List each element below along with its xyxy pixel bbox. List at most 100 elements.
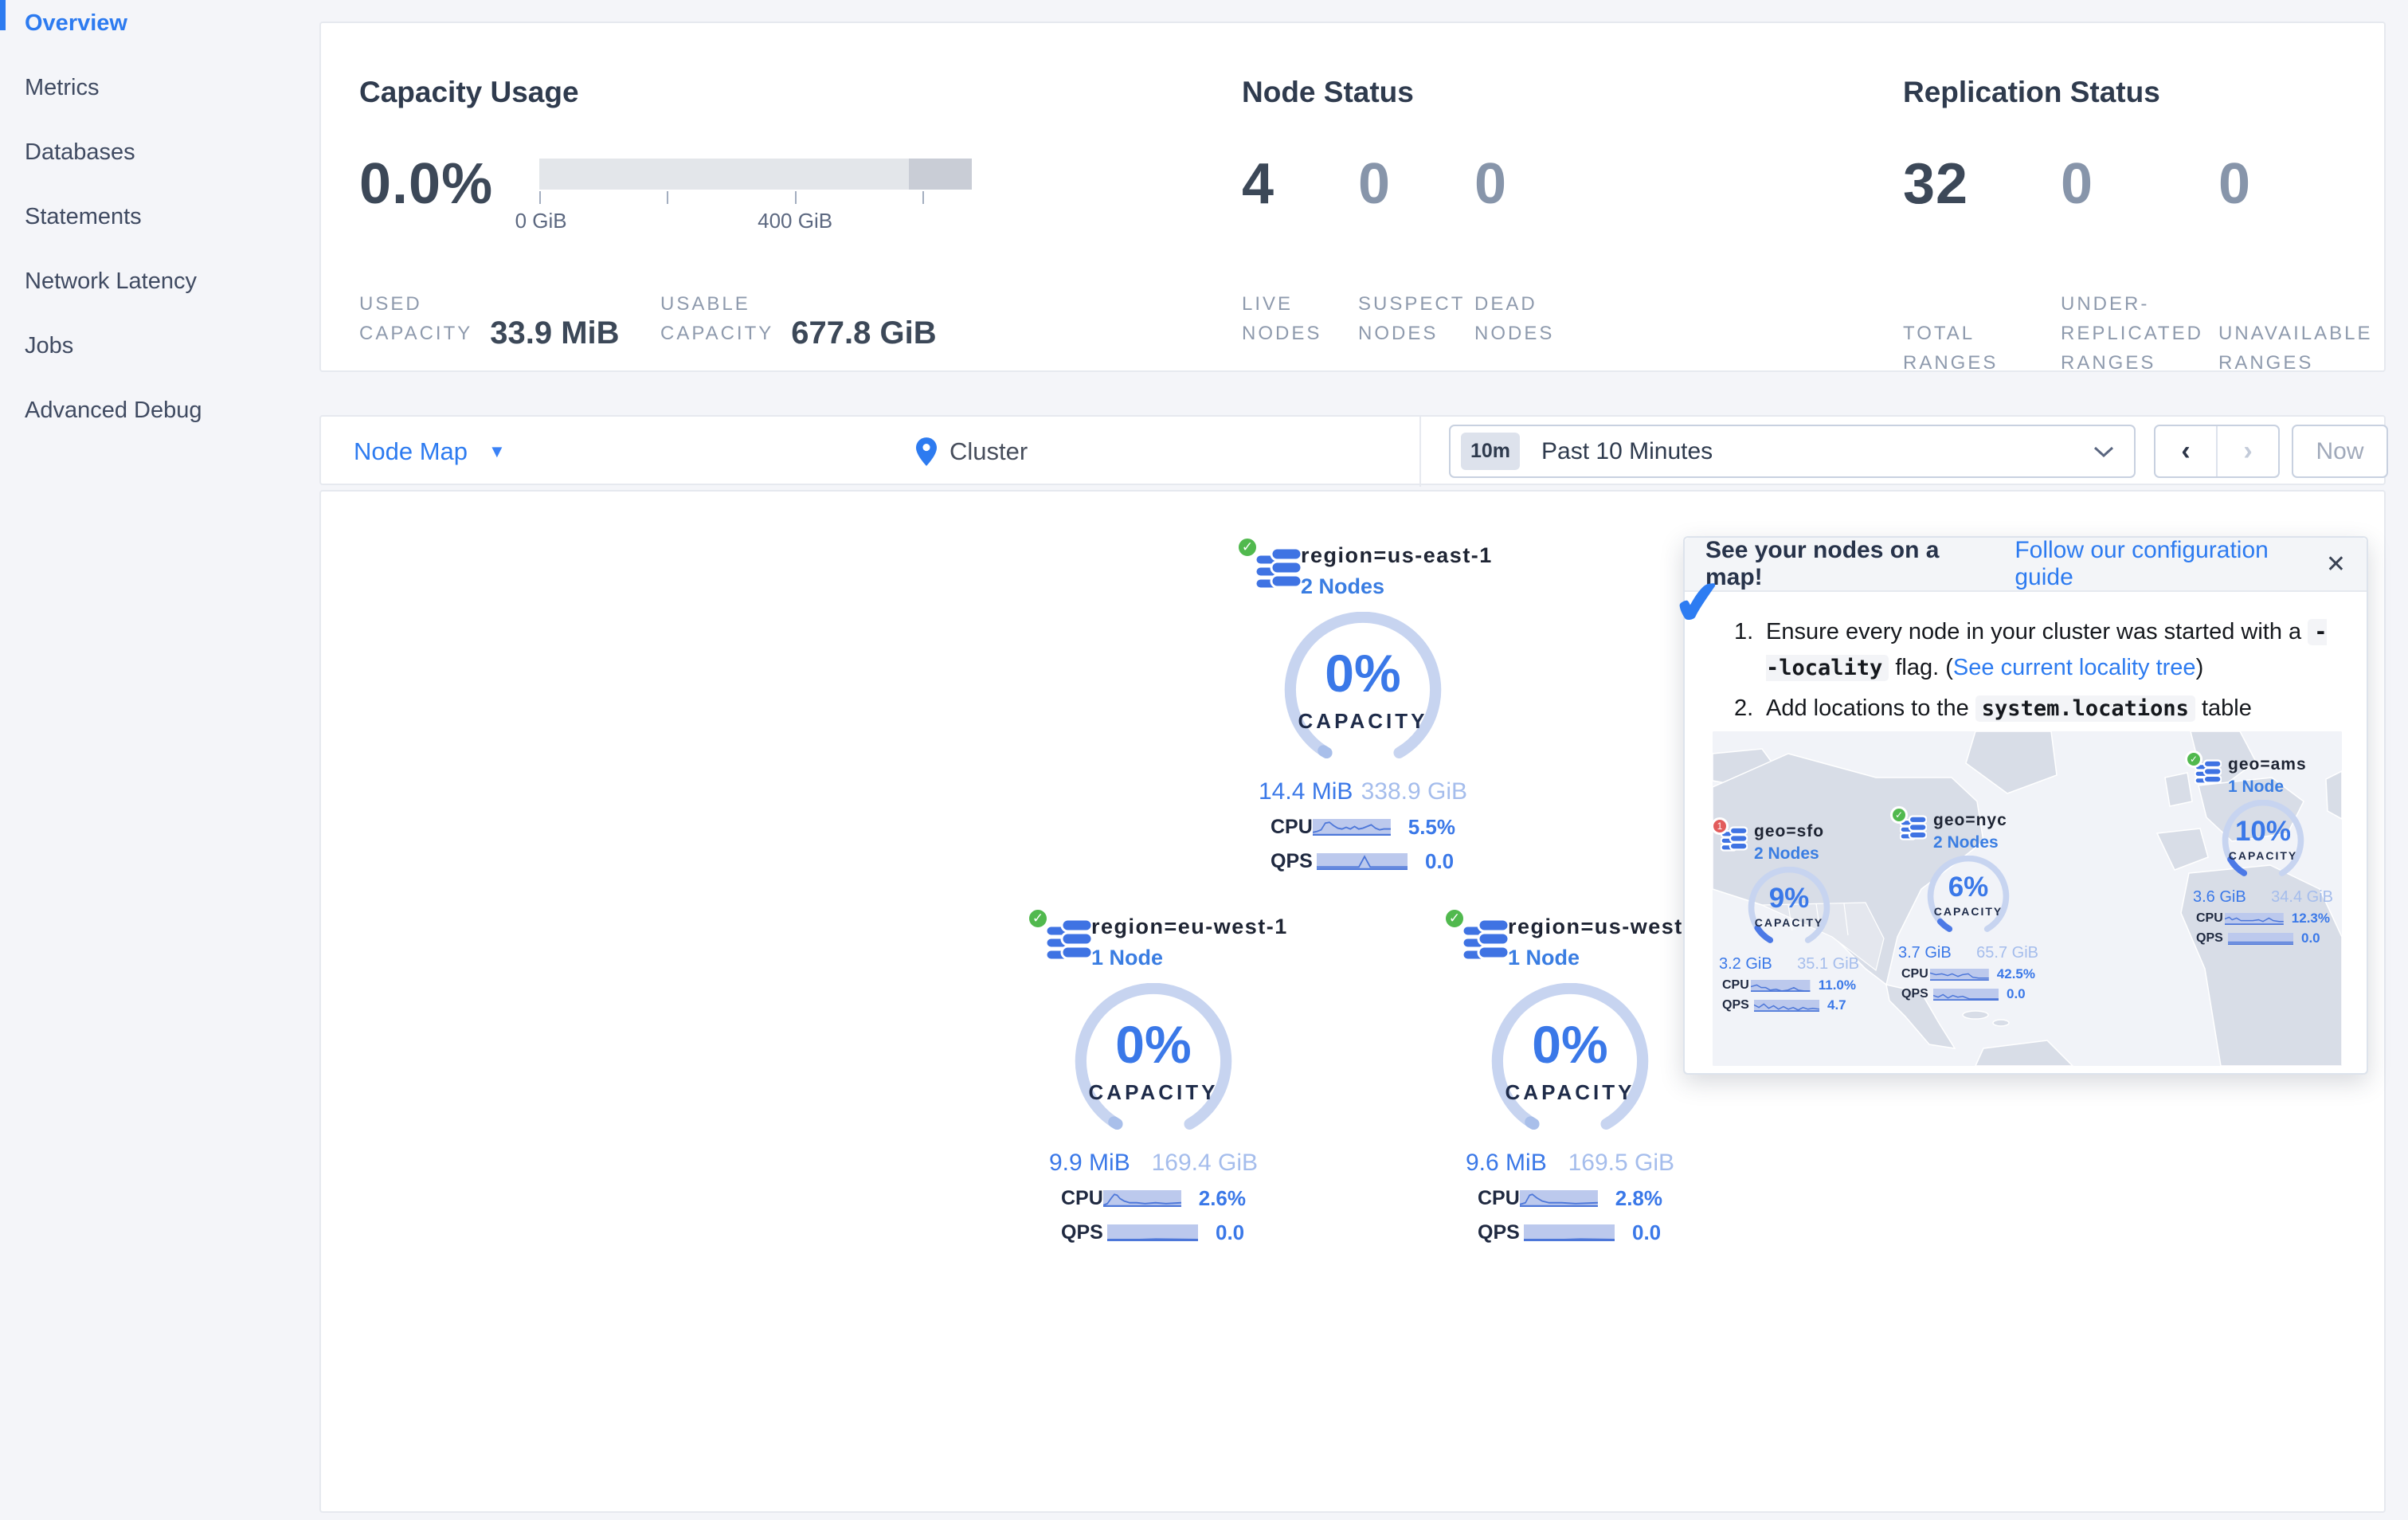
view-mode-dropdown[interactable]: Node Map ▼	[354, 417, 506, 487]
qps-sparkline	[1933, 988, 1999, 1001]
under-replicated-label-2: REPLICATED	[2061, 323, 2203, 344]
cpu-sparkline	[2225, 912, 2284, 925]
capacity-gauge: 9% CAPACITY	[1746, 866, 1832, 952]
cpu-label: CPU	[1061, 1187, 1103, 1209]
qps-sparkline	[1754, 999, 1819, 1012]
capacity-percent: 0.0%	[359, 152, 494, 216]
region-card-eu-west-1: ✓ region=eu-west-1 1 Node 0% CAPACITY 9.…	[1010, 907, 1297, 1245]
qps-value: 0.0	[2007, 986, 2026, 1001]
used-capacity: 3.6 GiB	[2193, 888, 2246, 906]
sidebar-item-network-latency[interactable]: Network Latency	[0, 249, 316, 314]
gauge-capacity-label: CAPACITY	[1505, 1080, 1635, 1104]
time-step-buttons: ‹ ›	[2154, 425, 2280, 478]
qps-sparkline	[2228, 932, 2293, 945]
capacity-gauge: 0% CAPACITY	[1071, 982, 1235, 1143]
used-capacity: 9.9 MiB	[1049, 1150, 1130, 1176]
qps-label: QPS	[1722, 998, 1749, 1012]
database-stack-icon	[1462, 918, 1509, 962]
chevron-down-icon: ▼	[488, 441, 506, 461]
qps-value: 0.0	[1216, 1220, 1245, 1244]
time-range-badge: 10m	[1461, 433, 1521, 470]
usable-capacity: 169.5 GiB	[1568, 1150, 1674, 1176]
gauge-capacity-label: CAPACITY	[1298, 709, 1428, 733]
time-range-dropdown[interactable]: 10m Past 10 Minutes	[1449, 425, 2136, 478]
gauge-capacity-label: CAPACITY	[2228, 849, 2298, 862]
qps-label: QPS	[1271, 850, 1313, 872]
cpu-value: 2.8%	[1615, 1186, 1662, 1210]
chevron-down-icon	[2093, 446, 2114, 457]
qps-sparkline	[1524, 1224, 1615, 1241]
now-button[interactable]: Now	[2292, 425, 2388, 478]
used-capacity-label-1: USED	[359, 293, 422, 315]
unavailable-label-1: UNAVAILABLE	[2218, 323, 2373, 344]
region-nodes-link[interactable]: 1 Node	[1091, 946, 1288, 970]
live-nodes-label-1: LIVE	[1242, 293, 1294, 315]
cpu-value: 11.0%	[1818, 977, 1856, 993]
axis-label-400: 400 GiB	[758, 209, 833, 233]
capacity-gauge: 0% CAPACITY	[1281, 611, 1445, 772]
capacity-bar-chart: 0 GiB 400 GiB	[515, 159, 973, 236]
close-icon[interactable]: ✕	[2326, 550, 2346, 578]
nav-list: Overview Metrics Databases Statements Ne…	[0, 0, 316, 443]
map-node-geo-nyc: ✓ geo=nyc 2 Nodes 6% CAPACITY 3.7 GiB 65…	[1884, 806, 2053, 1002]
capacity-gauge: 0% CAPACITY	[1488, 982, 1652, 1143]
step-number: 1.	[1734, 619, 1754, 644]
healthy-check-icon: ✓	[1026, 907, 1050, 930]
map-node-geo-ams: ✓ geo=ams 1 Node 10% CAPACITY 3.6 GiB 34…	[2179, 750, 2342, 946]
active-nav-indicator	[0, 0, 6, 30]
qps-label: QPS	[1061, 1221, 1103, 1244]
config-step-1: 1. Ensure every node in your cluster was…	[1734, 614, 2335, 686]
sidebar-item-statements[interactable]: Statements	[0, 185, 316, 249]
sidebar-item-overview[interactable]: Overview	[0, 0, 316, 56]
configuration-guide-link[interactable]: Follow our configuration guide	[2014, 537, 2326, 591]
time-forward-button[interactable]: ›	[2218, 426, 2278, 476]
region-nodes-link[interactable]: 2 Nodes	[1301, 574, 1493, 599]
cpu-label: CPU	[1271, 816, 1313, 838]
capacity-bar-end-segment	[909, 159, 973, 190]
database-stack-icon	[1255, 546, 1302, 590]
node-map-panel: ✓ region=us-east-1 2 Nodes 0% CAPACITY 1…	[319, 490, 2386, 1513]
node-status-title: Node Status	[1242, 76, 1414, 108]
used-capacity: 9.6 MiB	[1466, 1150, 1547, 1176]
total-ranges-label-2: RANGES	[1903, 352, 1999, 374]
toolbar-divider	[1419, 417, 1421, 487]
cpu-sparkline	[1102, 1190, 1181, 1207]
popup-title: See your nodes on a map!	[1705, 537, 1940, 590]
sidebar-item-databases[interactable]: Databases	[0, 120, 316, 185]
region-nodes-link[interactable]: 1 Node	[1508, 946, 1705, 970]
map-node-geo-sfo: 1 geo=sfo 2 Nodes 9% CAPACITY 3.2 GiB 35…	[1713, 817, 1874, 1013]
cpu-sparkline	[1751, 979, 1811, 992]
usable-capacity: 35.1 GiB	[1797, 955, 1859, 973]
step-text: Ensure every node in your cluster was st…	[1766, 619, 2328, 681]
capacity-bar	[539, 159, 973, 190]
sidebar-item-advanced-debug[interactable]: Advanced Debug	[0, 378, 316, 443]
cpu-value: 12.3%	[2291, 911, 2330, 926]
cpu-sparkline	[1312, 819, 1391, 836]
qps-value: 0.0	[2301, 930, 2320, 946]
suspect-nodes-count: 0	[1358, 152, 1392, 216]
location-pin-icon	[916, 437, 937, 466]
sidebar-item-metrics[interactable]: Metrics	[0, 56, 316, 120]
popup-header: See your nodes on a map! Follow our conf…	[1685, 537, 2367, 592]
time-range-label: Past 10 Minutes	[1541, 437, 1713, 464]
gauge-percent: 6%	[1948, 872, 1989, 903]
time-back-button[interactable]: ‹	[2155, 426, 2218, 476]
cpu-sparkline	[1519, 1190, 1598, 1207]
breadcrumb[interactable]: Cluster	[916, 417, 1028, 487]
locality-tree-link[interactable]: See current locality tree	[1953, 655, 2196, 680]
database-stack-icon	[1045, 918, 1093, 962]
under-replicated-label-3: RANGES	[2061, 352, 2156, 374]
unavailable-count: 0	[2218, 152, 2252, 216]
region-title: region=us-west-1	[1508, 915, 1705, 938]
cpu-label: CPU	[1478, 1187, 1520, 1209]
under-replicated-count: 0	[2061, 152, 2094, 216]
usable-capacity: 169.4 GiB	[1151, 1150, 1258, 1176]
main-content: Capacity Usage 0.0% 0 GiB 400 GiB USED C…	[316, 0, 2408, 1520]
qps-sparkline	[1317, 853, 1408, 870]
breadcrumb-label: Cluster	[949, 437, 1028, 465]
used-capacity: 14.4 MiB	[1259, 778, 1353, 805]
capacity-gauge: 10% CAPACITY	[2220, 799, 2306, 885]
usable-capacity-label-2: CAPACITY	[660, 323, 774, 344]
capacity-gauge: 6% CAPACITY	[1925, 855, 2011, 941]
sidebar-item-jobs[interactable]: Jobs	[0, 314, 316, 378]
